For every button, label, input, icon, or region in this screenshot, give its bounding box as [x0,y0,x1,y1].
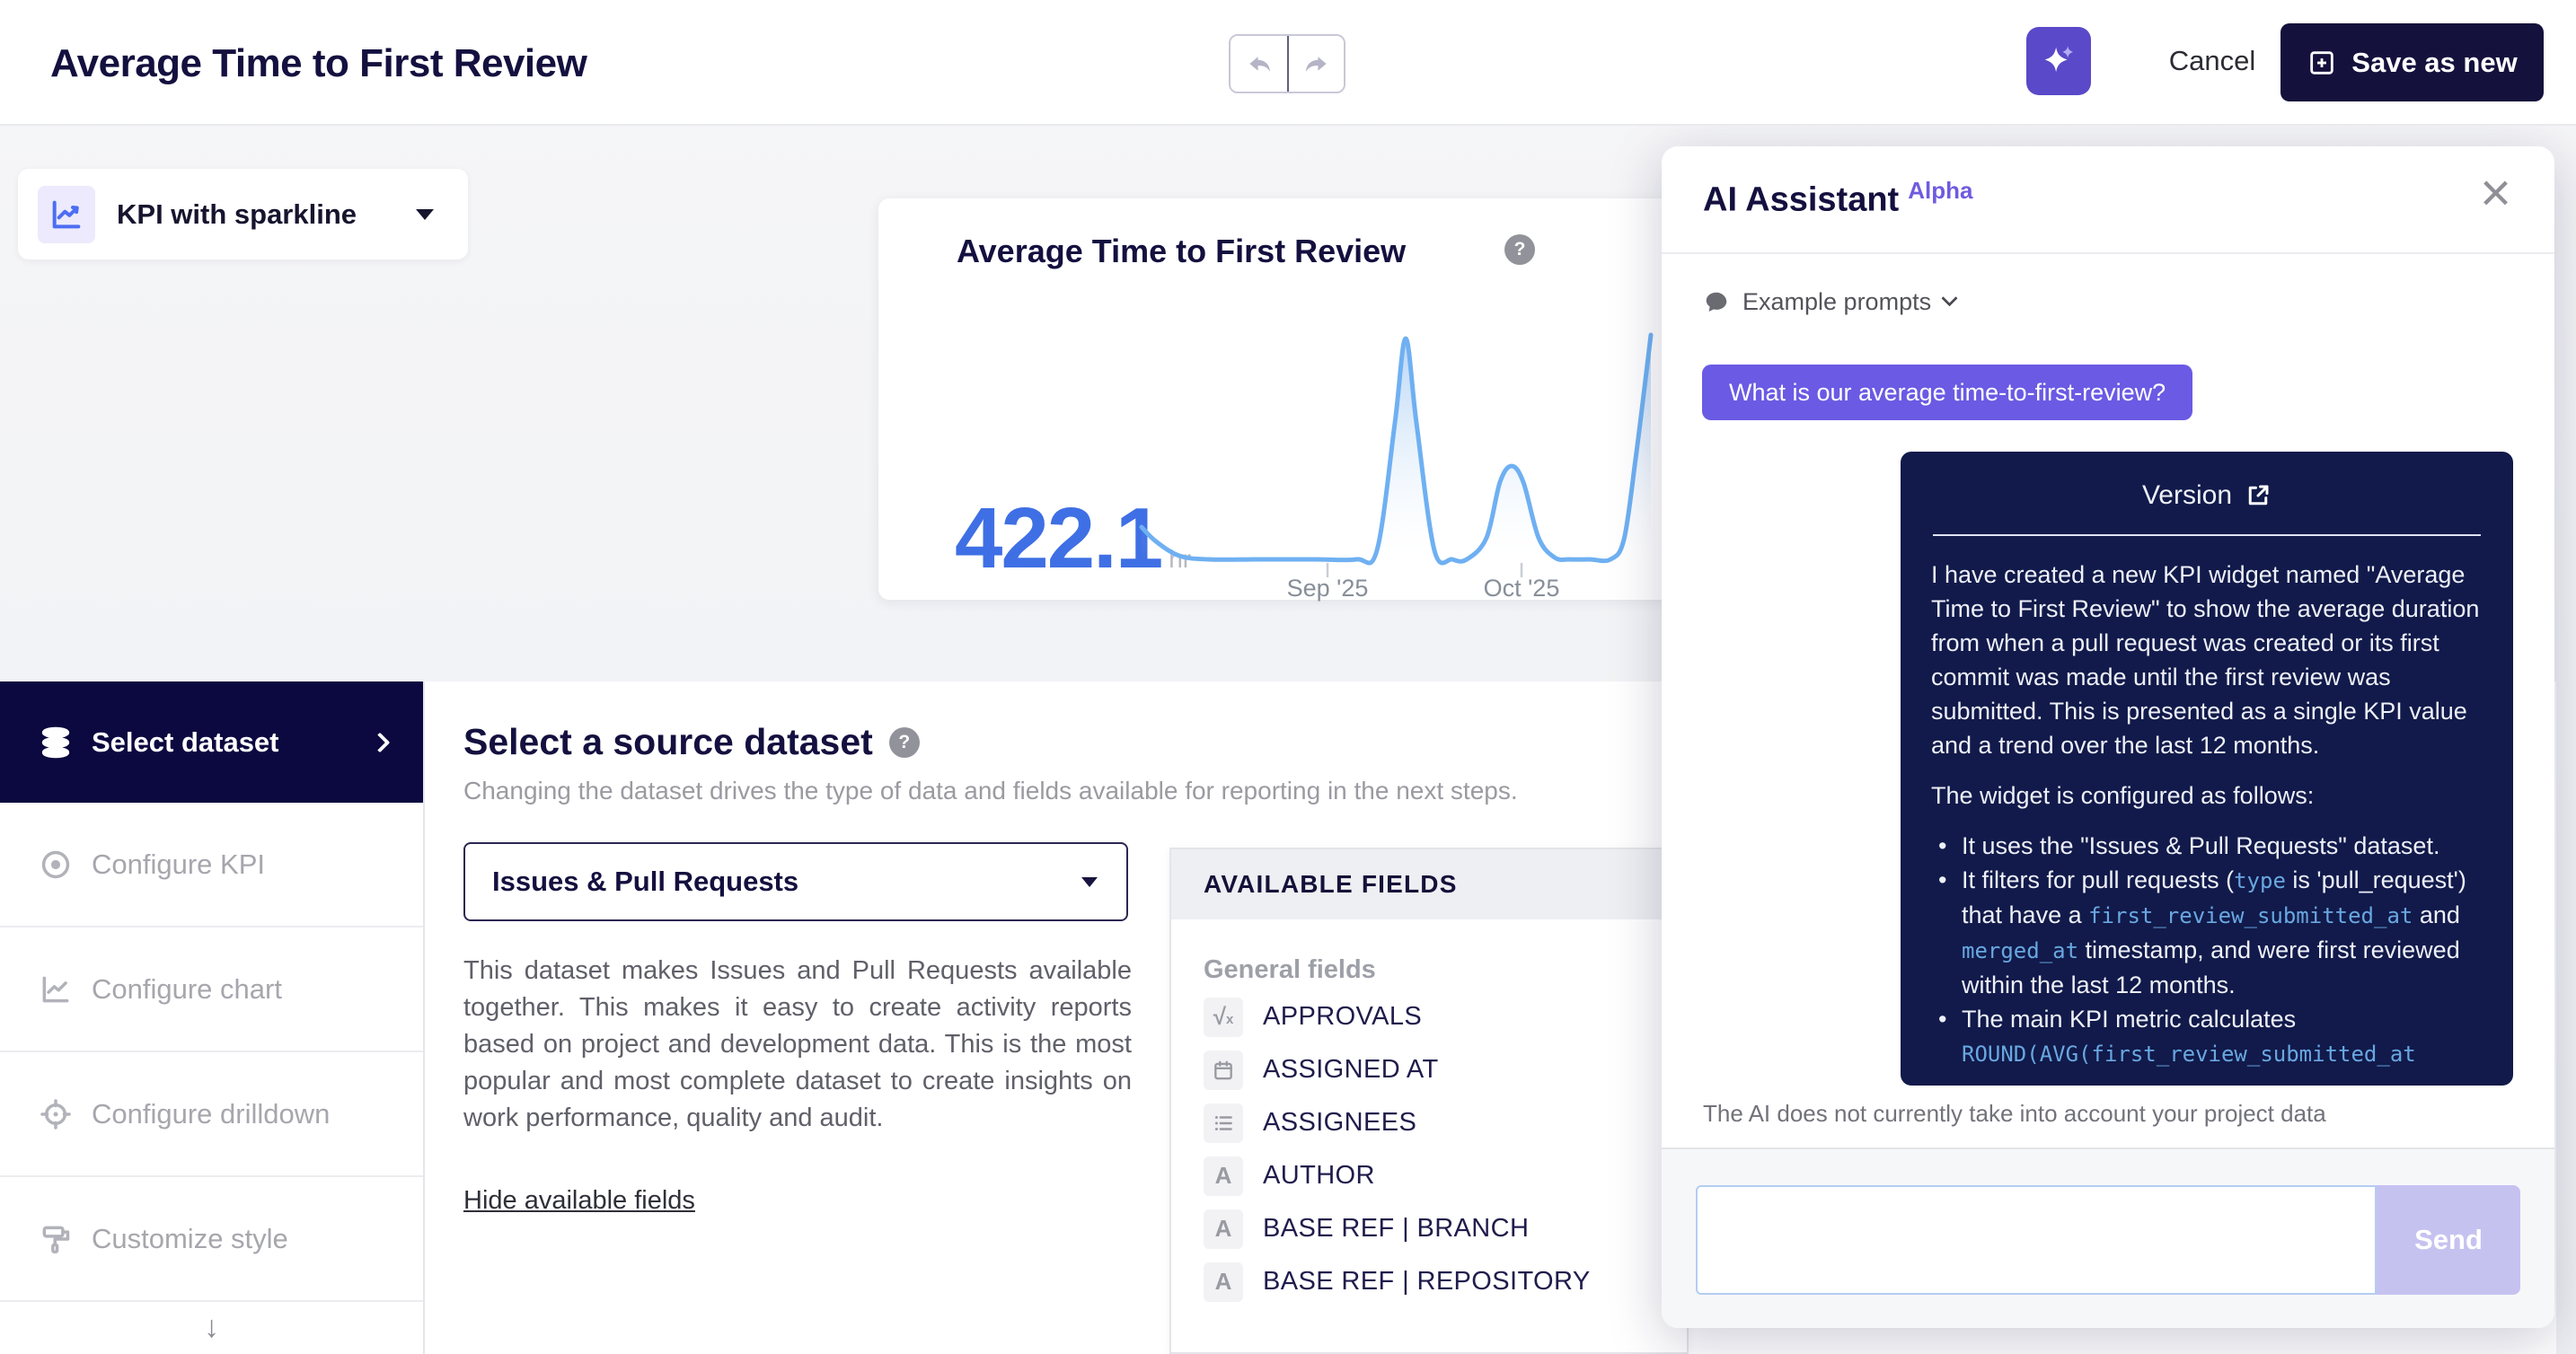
undo-button[interactable] [1231,36,1287,92]
kpi-number: 422.1 [955,489,1161,588]
ai-response-bullets: It uses the "Issues & Pull Requests" dat… [1931,829,2483,1071]
dataset-description: This dataset makes Issues and Pull Reque… [463,953,1132,1137]
top-header: Average Time to First Review Cancel Save… [0,0,2576,126]
undo-redo-group [1229,34,1345,93]
send-button[interactable]: Send [2377,1185,2520,1295]
user-prompt-bubble: What is our average time-to-first-review… [1702,365,2192,420]
sparkline-area [1142,335,1651,563]
sidebar-item-customize-style[interactable]: Customize style [0,1177,423,1302]
crosshair-icon [38,1096,74,1132]
step-subtext: Changing the dataset drives the type of … [463,777,1518,805]
step-help-icon[interactable]: ? [889,727,920,758]
code-token: type [2234,868,2286,893]
external-link-icon[interactable] [2245,482,2272,509]
x-tick-label: Oct '25 [1459,575,1584,602]
sidebar-item-label: Customize style [92,1223,288,1255]
ai-response-bullet: The main KPI metric calculates ROUND(AVG… [1931,1002,2483,1071]
available-fields-header: AVAILABLE FIELDS [1171,849,1687,919]
kpi-sparkline-icon [38,186,95,243]
step-heading: Select a source dataset ? [463,721,920,763]
add-square-icon [2307,48,2337,78]
field-row[interactable]: ASSIGNED AT [1171,1043,1687,1096]
chevron-down-icon [1941,290,1957,306]
chevron-down-icon [1081,877,1098,887]
available-fields-panel: AVAILABLE FIELDS General fields √x APPRO… [1169,848,1689,1354]
text-icon: A [1204,1156,1243,1196]
paint-roller-icon [38,1221,74,1257]
save-as-new-label: Save as new [2351,47,2517,79]
ai-panel-footer: Send [1662,1147,2554,1328]
sparkle-icon [2038,40,2079,82]
example-prompts-toggle[interactable]: Example prompts [1703,288,1955,316]
ai-panel-header: AI AssistantAlpha × [1662,146,2554,254]
kpi-sparkline [1136,315,1657,585]
speech-bubble-icon [1703,289,1730,316]
ai-assistant-button[interactable] [2026,27,2091,95]
sidebar-item-label: Configure KPI [92,848,265,881]
list-icon [1204,1103,1243,1143]
widget-type-label: KPI with sparkline [117,198,357,231]
page-title: Average Time to First Review [50,41,587,86]
ai-response-config-heading: The widget is configured as follows: [1931,778,2483,813]
alpha-badge: Alpha [1908,177,1972,204]
save-as-new-button[interactable]: Save as new [2280,23,2544,101]
formula-icon: √x [1204,998,1243,1037]
target-icon [38,847,74,883]
field-row[interactable]: √x APPROVALS [1171,990,1687,1043]
divider [1933,534,2481,536]
ai-disclaimer: The AI does not currently take into acco… [1703,1100,2326,1128]
dataset-select-value: Issues & Pull Requests [492,866,798,898]
calendar-icon [1204,1051,1243,1090]
field-row[interactable]: ASSIGNEES [1171,1096,1687,1149]
fields-group-label: General fields [1204,955,1687,985]
chevron-right-icon [370,732,391,752]
sidebar-item-label: Configure chart [92,973,282,1006]
sidebar-item-select-dataset[interactable]: Select dataset [0,681,423,803]
sparkline-svg [1136,315,1657,585]
cancel-button[interactable]: Cancel [2145,36,2280,86]
ai-response-bullet: It uses the "Issues & Pull Requests" dat… [1931,829,2483,863]
code-token: ROUND(AVG(first_review_submitted_at [1962,1042,2416,1067]
arrow-down-icon: ↓ [204,1310,219,1345]
kpi-card-title: Average Time to First Review [957,233,1406,270]
ai-response-bullet: It filters for pull requests (type is 'p… [1931,863,2483,1002]
hide-available-fields-link[interactable]: Hide available fields [463,1186,695,1216]
code-token: merged_at [1962,938,2078,963]
database-icon [38,725,74,761]
text-icon: A [1204,1262,1243,1302]
example-prompts-label: Example prompts [1742,288,1931,316]
code-token: first_review_submitted_at [2088,903,2413,928]
sidebar-item-label: Select dataset [92,726,279,759]
chart-line-icon [38,972,74,1007]
redo-button[interactable] [1287,36,1344,92]
undo-icon [1244,48,1275,79]
ai-message-input[interactable] [1696,1185,2377,1295]
field-row[interactable]: A AUTHOR [1171,1149,1687,1202]
field-row[interactable]: A BASE REF | REPOSITORY [1171,1255,1687,1308]
dataset-select[interactable]: Issues & Pull Requests [463,842,1128,921]
redo-icon [1301,48,1332,79]
ai-panel-title: AI AssistantAlpha [1703,177,1972,220]
ai-response-card: Version I have created a new KPI widget … [1901,452,2513,1086]
field-row[interactable]: A BASE REF | BRANCH [1171,1202,1687,1255]
text-icon: A [1204,1209,1243,1249]
x-tick-label: Sep '25 [1265,575,1390,602]
sidebar-item-configure-kpi[interactable]: Configure KPI [0,803,423,928]
widget-type-selector[interactable]: KPI with sparkline [18,169,468,259]
sidebar-scroll-more[interactable]: ↓ [0,1302,423,1352]
ai-response-title: Version [1931,480,2483,511]
ai-response-intro: I have created a new KPI widget named "A… [1931,558,2483,762]
sidebar-item-configure-drilldown[interactable]: Configure drilldown [0,1052,423,1177]
widget-editor-page: Average Time to First Review Cancel Save… [0,0,2576,1354]
ai-assistant-panel: AI AssistantAlpha × Example prompts What… [1662,146,2554,1328]
chevron-down-icon [416,209,434,220]
steps-sidebar: Select dataset Configure KPI Configure c… [0,681,425,1354]
kpi-help-icon[interactable]: ? [1504,234,1535,265]
sidebar-item-configure-chart[interactable]: Configure chart [0,928,423,1052]
close-icon[interactable]: × [2480,166,2511,220]
sidebar-item-label: Configure drilldown [92,1098,330,1130]
step-heading-text: Select a source dataset [463,721,873,763]
